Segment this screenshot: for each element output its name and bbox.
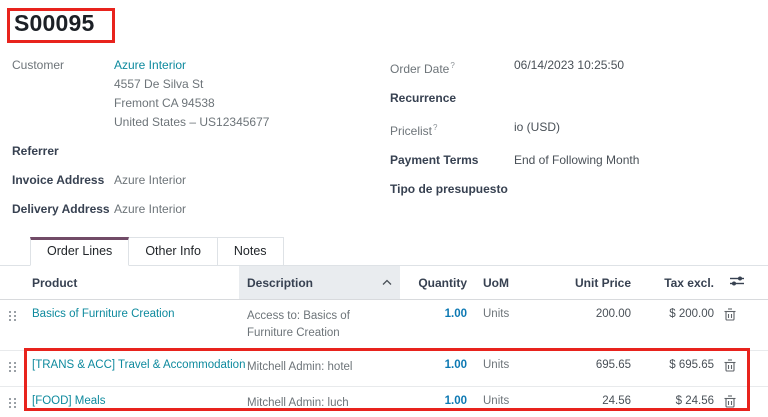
- invoice-address-value[interactable]: Azure Interior: [114, 171, 186, 190]
- description-column-header[interactable]: Description: [239, 266, 400, 300]
- help-icon: ?: [433, 123, 437, 132]
- field-order-date: Order Date? 06/14/2023 10:25:50: [390, 56, 762, 79]
- field-recurrence: Recurrence: [390, 89, 762, 108]
- unit-price-cell[interactable]: 24.56: [553, 387, 639, 417]
- field-pricelist: Pricelist? io (USD): [390, 118, 762, 141]
- uom-cell[interactable]: Units: [475, 300, 553, 351]
- product-cell[interactable]: [TRANS & ACC] Travel & Accommodation: [24, 351, 239, 387]
- tax-excl-cell[interactable]: $ 200.00: [639, 300, 722, 351]
- referrer-label: Referrer: [12, 142, 114, 161]
- trash-icon[interactable]: [724, 395, 736, 408]
- product-cell[interactable]: Basics of Furniture Creation: [24, 300, 239, 351]
- drag-handle-icon[interactable]: [8, 397, 17, 411]
- payment-terms-value[interactable]: End of Following Month: [514, 151, 639, 170]
- field-tipo-de-presupuesto: Tipo de presupuesto: [390, 180, 762, 199]
- quantity-cell[interactable]: 1.00: [400, 300, 475, 351]
- field-invoice-address: Invoice Address Azure Interior: [12, 171, 378, 190]
- tab-other-info[interactable]: Other Info: [129, 237, 218, 266]
- handle-column-header: [0, 266, 24, 300]
- customer-link[interactable]: Azure Interior: [114, 56, 269, 75]
- recurrence-label: Recurrence: [390, 89, 514, 108]
- table-row: [TRANS & ACC] Travel & Accommodation Mit…: [0, 351, 768, 387]
- spare-column-header: [746, 266, 768, 300]
- payment-terms-label: Payment Terms: [390, 151, 514, 170]
- description-cell[interactable]: Access to: Basics of Furniture Creation: [239, 300, 400, 351]
- pricelist-value[interactable]: io (USD): [514, 118, 560, 137]
- trash-icon[interactable]: [724, 359, 736, 372]
- drag-handle-cell: [0, 387, 24, 417]
- field-delivery-address: Delivery Address Azure Interior: [12, 200, 378, 219]
- tax-excl-cell[interactable]: $ 695.65: [639, 351, 722, 387]
- table-row: Basics of Furniture Creation Access to: …: [0, 300, 768, 351]
- tipo-de-presupuesto-label: Tipo de presupuesto: [390, 180, 514, 199]
- order-date-label: Order Date?: [390, 56, 514, 79]
- uom-cell[interactable]: Units: [475, 387, 553, 417]
- customer-label: Customer: [12, 56, 114, 75]
- order-date-value[interactable]: 06/14/2023 10:25:50: [514, 56, 624, 75]
- description-cell[interactable]: Mitchell Admin: luch: [239, 387, 400, 417]
- caret-up-icon: [382, 279, 392, 286]
- right-field-column: Order Date? 06/14/2023 10:25:50 Recurren…: [390, 56, 762, 209]
- customer-value-block: Azure Interior 4557 De Silva St Fremont …: [114, 56, 269, 132]
- tax-excl-cell[interactable]: $ 24.56: [639, 387, 722, 417]
- drag-handle-cell: [0, 351, 24, 387]
- sliders-icon[interactable]: [730, 275, 744, 287]
- quantity-cell[interactable]: 1.00: [400, 387, 475, 417]
- delete-row-cell: [722, 300, 746, 351]
- quantity-column-header[interactable]: Quantity: [400, 266, 475, 300]
- table-row: [FOOD] Meals Mitchell Admin: luch 1.00 U…: [0, 387, 768, 417]
- unit-price-cell[interactable]: 200.00: [553, 300, 639, 351]
- delivery-address-value[interactable]: Azure Interior: [114, 200, 186, 219]
- notebook-tabs: Order Lines Other Info Notes: [0, 235, 768, 266]
- left-field-column: Customer Azure Interior 4557 De Silva St…: [12, 56, 378, 229]
- customer-address-line: 4557 De Silva St: [114, 75, 269, 94]
- invoice-address-label: Invoice Address: [12, 171, 114, 190]
- order-lines-table: Product Description Quantity UoM Unit Pr…: [0, 266, 768, 417]
- quantity-cell[interactable]: 1.00: [400, 351, 475, 387]
- product-column-header[interactable]: Product: [24, 266, 239, 300]
- pricelist-label: Pricelist?: [390, 118, 514, 141]
- tab-order-lines[interactable]: Order Lines: [30, 237, 129, 266]
- unit-price-column-header[interactable]: Unit Price: [553, 266, 639, 300]
- table-header-row: Product Description Quantity UoM Unit Pr…: [0, 266, 768, 300]
- uom-column-header[interactable]: UoM: [475, 266, 553, 300]
- customer-address-line: Fremont CA 94538: [114, 94, 269, 113]
- help-icon: ?: [450, 61, 454, 70]
- description-cell[interactable]: Mitchell Admin: hotel: [239, 351, 400, 387]
- tax-excl-column-header[interactable]: Tax excl.: [639, 266, 722, 300]
- optional-columns-header: [722, 266, 746, 300]
- field-customer: Customer Azure Interior 4557 De Silva St…: [12, 56, 378, 132]
- uom-cell[interactable]: Units: [475, 351, 553, 387]
- drag-handle-icon[interactable]: [8, 310, 17, 324]
- order-number-title: S00095: [14, 10, 95, 37]
- field-referrer: Referrer: [12, 142, 378, 161]
- unit-price-cell[interactable]: 695.65: [553, 351, 639, 387]
- drag-handle-cell: [0, 300, 24, 351]
- sale-order-form: S00095 Customer Azure Interior 4557 De S…: [0, 0, 768, 417]
- trash-icon[interactable]: [724, 308, 736, 321]
- drag-handle-icon[interactable]: [8, 361, 17, 375]
- product-cell[interactable]: [FOOD] Meals: [24, 387, 239, 417]
- field-payment-terms: Payment Terms End of Following Month: [390, 151, 762, 170]
- delivery-address-label: Delivery Address: [12, 200, 114, 219]
- delete-row-cell: [722, 387, 746, 417]
- tab-notes[interactable]: Notes: [218, 237, 284, 266]
- customer-address-line: United States – US12345677: [114, 113, 269, 132]
- delete-row-cell: [722, 351, 746, 387]
